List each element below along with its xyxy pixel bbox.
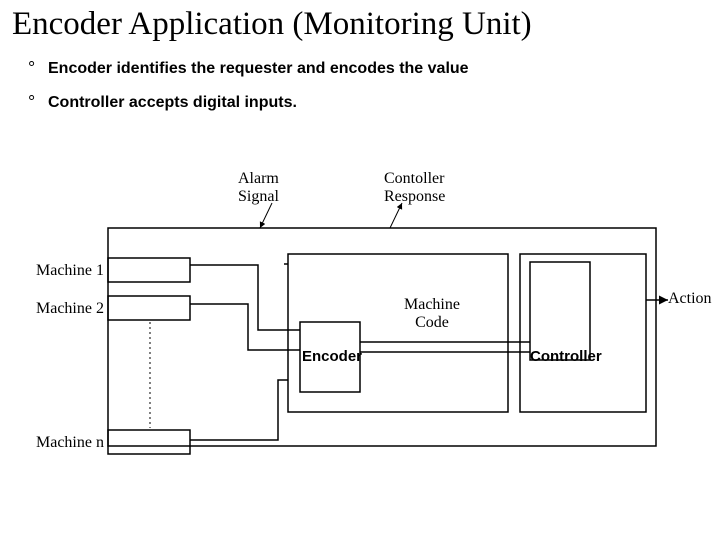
machine-1-label: Machine 1 bbox=[36, 262, 104, 280]
alarm-signal-label: Alarm Signal bbox=[238, 170, 279, 207]
encoder-label: Encoder bbox=[302, 348, 362, 365]
machine-2-label: Machine 2 bbox=[36, 300, 104, 318]
machine-code-label: Machine Code bbox=[404, 296, 460, 333]
controller-response-label: Contoller Response bbox=[384, 170, 445, 207]
diagram-svg bbox=[0, 0, 720, 540]
machine-n-label: Machine n bbox=[36, 434, 104, 452]
action-label: Action bbox=[668, 290, 712, 308]
controller-label: Controller bbox=[530, 348, 602, 365]
